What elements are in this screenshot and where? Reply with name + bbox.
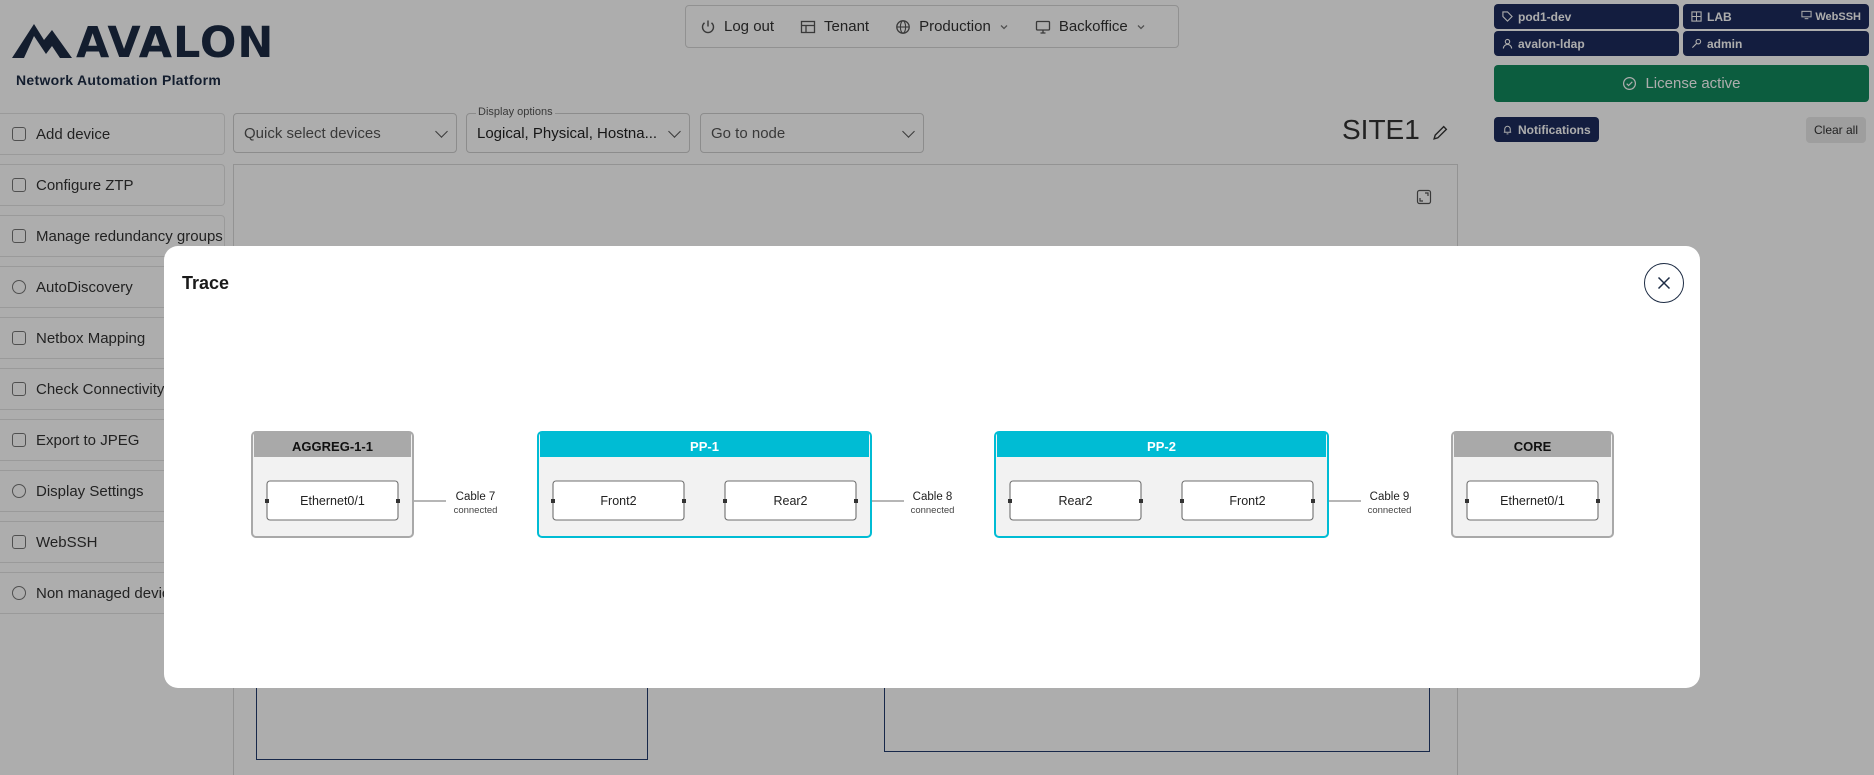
cable-label-9[interactable]: Cable 9 connected <box>1361 488 1421 518</box>
port-box[interactable]: Front2 <box>1181 480 1314 521</box>
cable-label-8[interactable]: Cable 8 connected <box>904 488 964 518</box>
node-title: PP-1 <box>690 439 719 454</box>
cable-status: connected <box>1368 505 1412 516</box>
port-connector <box>1139 499 1143 503</box>
port-connector <box>854 499 858 503</box>
trace-modal: Trace AGGREG-1-1 Ethernet0/1 PP-1 Front2… <box>164 246 1700 688</box>
trace-node-core[interactable]: CORE Ethernet0/1 <box>1451 431 1614 538</box>
port-connector <box>1465 499 1469 503</box>
cable-status: connected <box>454 505 498 516</box>
port-connector <box>682 499 686 503</box>
port-box[interactable]: Rear2 <box>724 480 857 521</box>
cable-name: Cable 7 <box>456 491 496 503</box>
port-connector <box>265 499 269 503</box>
port-label: Front2 <box>1229 494 1265 508</box>
trace-node-pp-1[interactable]: PP-1 Front2 Rear2 <box>537 431 872 538</box>
port-label: Ethernet0/1 <box>1500 494 1565 508</box>
port-connector <box>1008 499 1012 503</box>
port-connector <box>551 499 555 503</box>
port-label: Ethernet0/1 <box>300 494 365 508</box>
node-title: CORE <box>1514 439 1552 454</box>
port-connector <box>1180 499 1184 503</box>
trace-diagram: AGGREG-1-1 Ethernet0/1 PP-1 Front2 Rear2 <box>251 431 1614 538</box>
port-box[interactable]: Rear2 <box>1009 480 1142 521</box>
cable-name: Cable 8 <box>913 491 953 503</box>
node-title: AGGREG-1-1 <box>292 439 373 454</box>
cable-name: Cable 9 <box>1370 491 1410 503</box>
port-label: Rear2 <box>773 494 807 508</box>
port-box[interactable]: Ethernet0/1 <box>266 480 399 521</box>
port-box[interactable]: Front2 <box>552 480 685 521</box>
port-connector <box>723 499 727 503</box>
port-box[interactable]: Ethernet0/1 <box>1466 480 1599 521</box>
node-title: PP-2 <box>1147 439 1176 454</box>
port-connector <box>1311 499 1315 503</box>
trace-node-aggreg-1-1[interactable]: AGGREG-1-1 Ethernet0/1 <box>251 431 414 538</box>
port-label: Front2 <box>600 494 636 508</box>
port-connector <box>396 499 400 503</box>
cable-status: connected <box>911 505 955 516</box>
cable-label-7[interactable]: Cable 7 connected <box>446 488 506 518</box>
port-connector <box>1596 499 1600 503</box>
trace-node-pp-2[interactable]: PP-2 Rear2 Front2 <box>994 431 1329 538</box>
port-label: Rear2 <box>1058 494 1092 508</box>
